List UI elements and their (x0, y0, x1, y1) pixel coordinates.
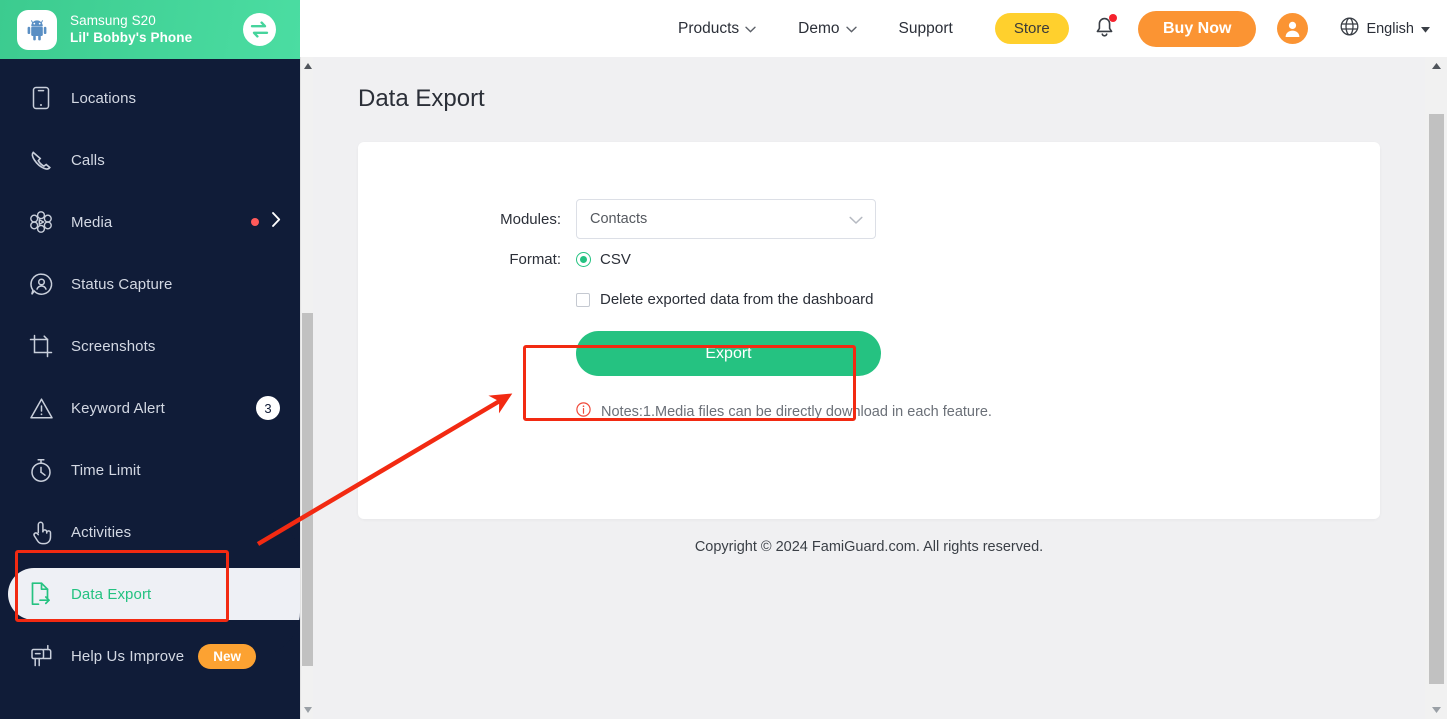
page-title: Data Export (358, 85, 485, 112)
sidebar-item-status-capture[interactable]: Status Capture (0, 253, 300, 315)
user-avatar-icon[interactable] (1277, 13, 1309, 44)
chevron-down-icon (745, 20, 756, 38)
device-nickname: Lil' Bobby's Phone (70, 29, 193, 45)
phone-outline-icon (27, 84, 55, 112)
top-bar-actions: Buy Now English (1093, 10, 1447, 47)
caret-down-icon (1421, 21, 1430, 37)
mailbox-icon (27, 642, 55, 670)
topnav-label: Products (678, 19, 740, 37)
export-form-card: Modules: Contacts Format: CSV Delete exp… (358, 142, 1380, 519)
format-radio-label: CSV (600, 251, 631, 268)
scroll-up-arrow-icon[interactable] (1425, 58, 1447, 74)
topnav-products[interactable]: Products (678, 20, 756, 38)
scroll-down-arrow-icon[interactable] (301, 702, 314, 718)
topnav-label: Support (898, 19, 953, 37)
device-model: Samsung S20 (70, 13, 156, 29)
modules-row: Modules: Contacts (358, 142, 1380, 239)
media-flower-icon (27, 208, 55, 236)
stopwatch-icon (27, 456, 55, 484)
language-label: English (1366, 20, 1414, 37)
chevron-down-icon (849, 213, 863, 229)
language-selector[interactable]: English (1340, 17, 1430, 40)
sidebar-item-label: Status Capture (71, 275, 173, 293)
scroll-up-arrow-icon[interactable] (301, 58, 314, 74)
sidebar-item-calls[interactable]: Calls (0, 129, 300, 191)
help-improve-new-badge: New (198, 643, 256, 669)
notification-bell-icon[interactable] (1093, 13, 1117, 44)
sidebar-item-keyword-alert[interactable]: Keyword Alert 3 (0, 377, 300, 439)
topnav-demo[interactable]: Demo (798, 19, 857, 38)
device-meta: Samsung S20 Lil' Bobby's Phone (70, 13, 192, 46)
topnav-support[interactable]: Support (899, 20, 953, 38)
sidebar-item-media[interactable]: Media (0, 191, 300, 253)
sidebar-item-label: Data Export (71, 585, 152, 603)
scroll-down-arrow-icon[interactable] (1425, 702, 1447, 718)
sidebar-item-label: Time Limit (71, 461, 141, 479)
sidebar-scrollbar[interactable] (300, 57, 313, 719)
sidebar-item-locations[interactable]: Locations (0, 67, 300, 129)
sidebar-scrollbar-thumb[interactable] (302, 313, 313, 666)
format-label: Format: (509, 251, 561, 268)
chevron-right-icon[interactable] (271, 211, 282, 233)
modules-selected-value: Contacts (590, 211, 648, 227)
delete-row: Delete exported data from the dashboard (358, 291, 1380, 308)
app-root: Samsung S20 Lil' Bobby's Phone Locations… (0, 0, 1447, 719)
warning-triangle-icon (27, 394, 55, 422)
chevron-down-icon (845, 20, 857, 38)
delete-exported-checkbox[interactable]: Delete exported data from the dashboard (576, 291, 874, 308)
buy-now-button[interactable]: Buy Now (1137, 10, 1257, 47)
hand-tap-icon (27, 518, 55, 546)
checkbox-unchecked-icon (576, 292, 590, 307)
modules-select[interactable]: Contacts (576, 199, 876, 239)
export-row: Export (358, 331, 1380, 376)
sidebar-nav: Locations Calls Media Status Capture Scr… (0, 59, 300, 687)
globe-icon (1340, 17, 1359, 40)
sidebar-item-label: Screenshots (71, 337, 156, 355)
sidebar-item-activities[interactable]: Activities (0, 501, 300, 563)
sidebar: Samsung S20 Lil' Bobby's Phone Locations… (0, 0, 300, 719)
sidebar-item-label: Locations (71, 89, 137, 107)
format-row: Format: CSV (358, 251, 1380, 268)
sidebar-item-label: Calls (71, 151, 105, 169)
main-scrollbar[interactable] (1425, 57, 1447, 719)
delete-exported-label: Delete exported data from the dashboard (600, 291, 874, 308)
info-circle-icon (576, 402, 591, 422)
sidebar-item-help-us-improve[interactable]: Help Us Improve New (0, 625, 300, 687)
modules-label: Modules: (500, 210, 561, 228)
sidebar-item-screenshots[interactable]: Screenshots (0, 315, 300, 377)
media-unread-dot (251, 218, 259, 226)
android-robot-icon (17, 9, 57, 50)
topnav-label: Demo (798, 19, 840, 37)
file-export-icon (27, 580, 55, 608)
notification-dot (1108, 13, 1117, 22)
device-header[interactable]: Samsung S20 Lil' Bobby's Phone (0, 0, 300, 59)
main-content: Data Export Modules: Contacts Format: CS… (313, 57, 1425, 719)
export-button[interactable]: Export (576, 331, 881, 376)
notes-text: Notes:1.Media files can be directly down… (601, 404, 992, 420)
notes-row: Notes:1.Media files can be directly down… (358, 402, 1380, 422)
sidebar-item-data-export[interactable]: Data Export (0, 563, 300, 625)
status-capture-icon (27, 270, 55, 298)
format-radio-csv[interactable]: CSV (576, 251, 631, 268)
phone-call-icon (27, 146, 55, 174)
store-button[interactable]: Store (994, 13, 1069, 44)
sidebar-item-label: Keyword Alert (71, 399, 165, 417)
top-nav-links: Products Demo Support Store (678, 13, 1069, 44)
sidebar-item-label: Media (71, 213, 113, 231)
keyword-alert-count: 3 (256, 396, 280, 420)
sidebar-item-label: Help Us Improve (71, 647, 185, 665)
top-navigation-bar: Products Demo Support Store Buy Now Engl… (300, 0, 1447, 57)
sidebar-item-time-limit[interactable]: Time Limit (0, 439, 300, 501)
main-scrollbar-thumb[interactable] (1429, 114, 1444, 684)
sidebar-item-label: Activities (71, 523, 132, 541)
crop-frame-icon (27, 332, 55, 360)
copyright-text: Copyright © 2024 FamiGuard.com. All righ… (694, 539, 1044, 555)
radio-selected-icon (576, 252, 591, 267)
switch-device-icon[interactable] (243, 13, 276, 46)
